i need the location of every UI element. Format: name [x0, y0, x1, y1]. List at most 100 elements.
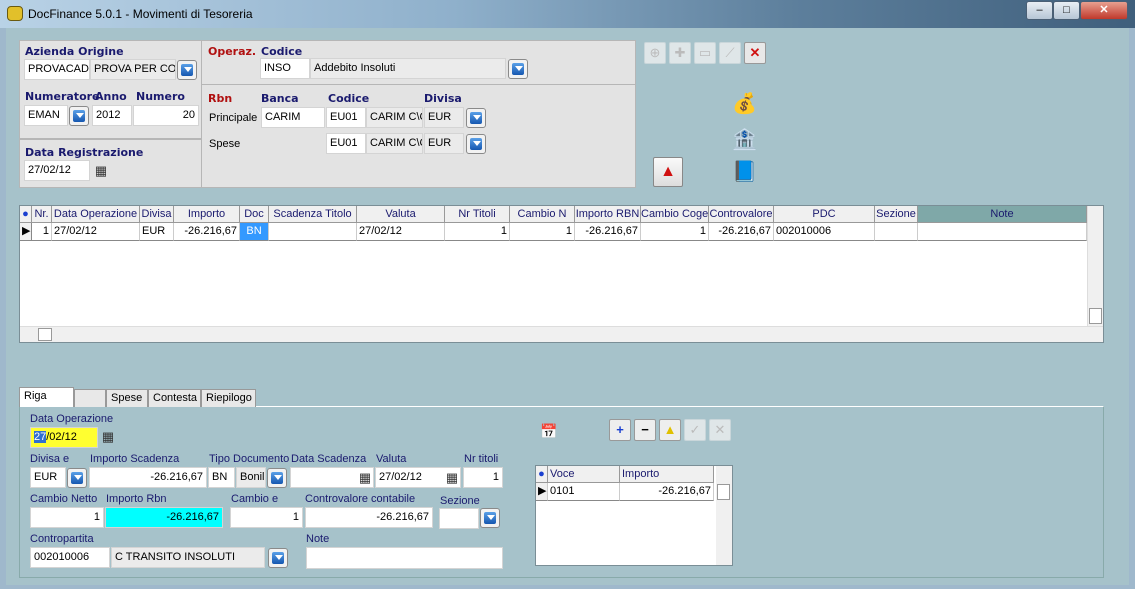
importo-scadenza-field[interactable]: -26.216,67 [89, 467, 207, 488]
numero-field[interactable]: 20 [133, 105, 199, 126]
calendar-icon[interactable]: ▦ [92, 162, 110, 180]
calendar-icon[interactable]: ▦ [443, 469, 461, 487]
contropartita-code-field[interactable]: 002010006 [30, 547, 110, 568]
principale-codice-field[interactable]: EU01 [326, 107, 366, 128]
calendar-icon[interactable]: ▦ [356, 469, 374, 487]
scrollbar-thumb[interactable] [1089, 308, 1102, 324]
minus-icon[interactable]: ▭ [694, 42, 716, 64]
scrollbar-thumb[interactable] [38, 328, 52, 341]
grid-cell[interactable]: -26.216,67 [174, 223, 240, 241]
grid-cell[interactable]: 002010006 [774, 223, 875, 241]
grid-header-importo-rbn[interactable]: Importo RBN [575, 206, 641, 223]
scrollbar-thumb[interactable] [717, 484, 730, 500]
spese-codice-field[interactable]: EU01 [326, 133, 366, 154]
contropartita-dropdown-button[interactable] [268, 548, 288, 568]
grid-cell[interactable] [875, 223, 918, 241]
voci-cell-importo[interactable]: -26.216,67 [620, 483, 714, 501]
grid-header-importo[interactable]: Importo [174, 206, 240, 223]
move-up-button[interactable]: ▲ [659, 419, 681, 441]
grid-cell[interactable]: 1 [445, 223, 510, 241]
grid-header-cambio-coge[interactable]: Cambio Coge [641, 206, 709, 223]
grid-cell[interactable]: -26.216,67 [709, 223, 774, 241]
data-operazione-field[interactable]: 27/02/12 [30, 427, 98, 448]
operazione-code-field[interactable]: INSO [260, 58, 310, 79]
voci-scrollbar[interactable] [716, 466, 732, 565]
grid-header-valuta[interactable]: Valuta [357, 206, 445, 223]
grid-header-pdc[interactable]: PDC [774, 206, 875, 223]
close-button[interactable]: ✕ [1080, 1, 1128, 20]
app-icon [7, 6, 23, 21]
grid-header-doc[interactable]: Doc [240, 206, 269, 223]
tab-blank[interactable] [74, 389, 106, 407]
sezione-dropdown-button[interactable] [480, 508, 500, 528]
grid-cell[interactable] [269, 223, 357, 241]
anno-field[interactable]: 2012 [92, 105, 132, 126]
zoom-icon[interactable]: ⊕ [644, 42, 666, 64]
note-field[interactable] [306, 547, 503, 569]
tipo-documento-field[interactable]: BN [208, 467, 235, 488]
data-scadenza-label: Data Scadenza [291, 453, 367, 465]
book-icon[interactable]: 📘 [732, 158, 757, 186]
minimize-button[interactable]: – [1026, 1, 1053, 20]
nr-titoli-field[interactable]: 1 [463, 467, 503, 488]
grid-cell[interactable]: 27/02/12 [52, 223, 140, 241]
voci-cell-voce[interactable]: 0101 [548, 483, 620, 501]
tab-contesta[interactable]: Contesta [148, 389, 201, 407]
grid-cell[interactable]: 1 [32, 223, 52, 241]
confirm-button[interactable]: ✓ [684, 419, 706, 441]
calendar-icon[interactable]: ▦ [99, 428, 117, 446]
grid-cell[interactable]: EUR [140, 223, 174, 241]
numeratore-field[interactable]: EMAN [24, 105, 68, 126]
grid-cell[interactable]: BN [240, 223, 269, 241]
cambio-field[interactable]: 1 [230, 507, 303, 528]
tipo-documento-dropdown-button[interactable] [267, 468, 287, 488]
divisa-dropdown-button[interactable] [67, 468, 87, 488]
grid-cell[interactable] [918, 223, 1087, 241]
sezione-field[interactable] [439, 508, 479, 529]
horizontal-scrollbar[interactable] [20, 326, 1103, 342]
azienda-code-field[interactable]: PROVACAD [24, 59, 90, 80]
operazione-dropdown-button[interactable] [508, 59, 528, 79]
bank-icon[interactable]: 🏦 [732, 126, 757, 154]
voci-header-voce[interactable]: Voce [548, 466, 620, 483]
grid-cell[interactable]: 1 [641, 223, 709, 241]
money-bag-icon[interactable]: 💰 [732, 90, 757, 118]
principale-banca-field[interactable]: CARIM [261, 107, 325, 128]
grid-header-scadenza-titolo[interactable]: Scadenza Titolo [269, 206, 357, 223]
grid-cell[interactable]: 27/02/12 [357, 223, 445, 241]
vertical-scrollbar[interactable] [1087, 206, 1103, 326]
add-row-button[interactable]: + [609, 419, 631, 441]
tab-riga[interactable]: Riga [19, 387, 74, 407]
grid-header-sezione[interactable]: Sezione [875, 206, 918, 223]
voci-indicator-header: ● [536, 466, 548, 483]
add-icon[interactable]: ✚ [669, 42, 691, 64]
cambio-netto-field[interactable]: 1 [30, 507, 104, 528]
remove-row-button[interactable]: − [634, 419, 656, 441]
importo-rbn-field[interactable]: -26.216,67 [105, 507, 223, 528]
grid-header-data-operazione[interactable]: Data Operazione [52, 206, 140, 223]
grid-cell[interactable]: 1 [510, 223, 575, 241]
tab-riepilogo[interactable]: Riepilogo [201, 389, 256, 407]
grid-header-cambio-n[interactable]: Cambio N [510, 206, 575, 223]
delete-icon[interactable]: ✕ [744, 42, 766, 64]
grid-cell[interactable]: -26.216,67 [575, 223, 641, 241]
numeratore-dropdown-button[interactable] [69, 106, 89, 126]
tab-spese[interactable]: Spese [106, 389, 148, 407]
arrow-up-button[interactable]: ▲ [653, 157, 683, 187]
cancel-button[interactable]: ✕ [709, 419, 731, 441]
spese-dropdown-button[interactable] [466, 134, 486, 154]
grid-header-note[interactable]: Note [918, 206, 1087, 223]
divisa-field[interactable]: EUR [30, 467, 66, 488]
grid-header-controvalore[interactable]: Controvalore [709, 206, 774, 223]
grid-header-nr[interactable]: Nr. [32, 206, 52, 223]
azienda-dropdown-button[interactable] [177, 60, 197, 80]
data-registrazione-field[interactable]: 27/02/12 [24, 160, 90, 181]
edit-icon[interactable]: ⟋ [719, 42, 741, 64]
calendar-21-icon[interactable]: 📅 [540, 423, 557, 440]
grid-header-divisa[interactable]: Divisa [140, 206, 174, 223]
voci-header-importo[interactable]: Importo [620, 466, 714, 483]
maximize-button[interactable]: □ [1053, 1, 1080, 20]
principale-dropdown-button[interactable] [466, 108, 486, 128]
grid-header-nr-titoli[interactable]: Nr Titoli [445, 206, 510, 223]
controvalore-field[interactable]: -26.216,67 [305, 507, 433, 528]
